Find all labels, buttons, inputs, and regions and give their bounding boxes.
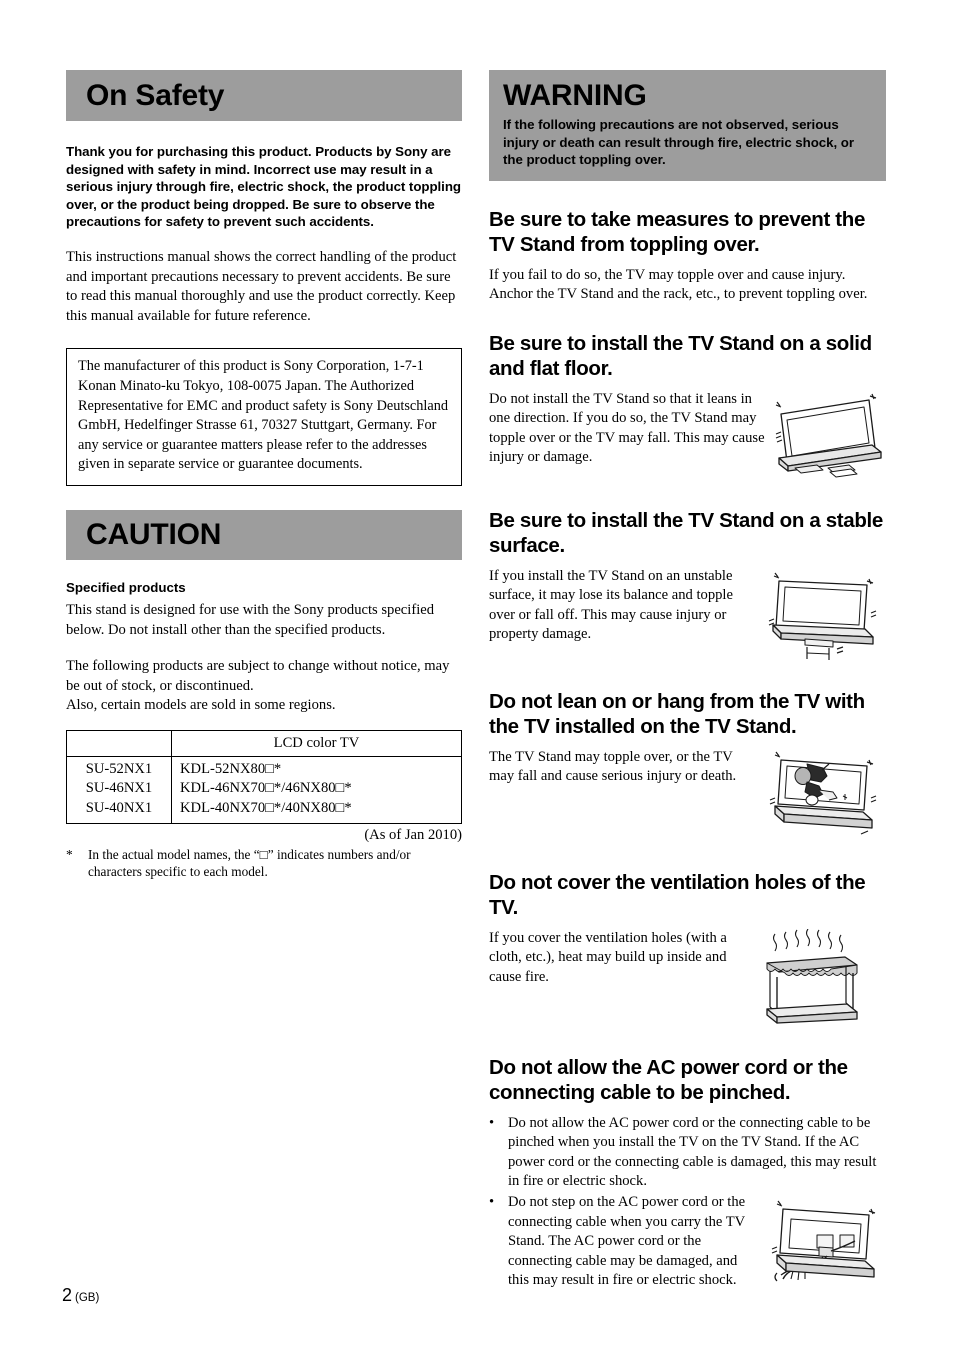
list-item: • Do not allow the AC power cord or the …	[489, 1114, 886, 1192]
caution-banner: CAUTION	[66, 509, 462, 560]
specified-products-heading: Specified products	[66, 579, 186, 595]
manufacturer-info-box: The manufacturer of this product is Sony…	[66, 348, 462, 486]
section-body: Do not install the TV Stand so that it l…	[489, 390, 765, 466]
section-body: If you fail to do so, the TV may topple …	[489, 266, 868, 303]
page-number: 2	[62, 1285, 73, 1305]
on-safety-banner: On Safety	[66, 70, 462, 121]
list-item: • Do not step on the AC power cord or th…	[489, 1193, 761, 1291]
document-page: On Safety Thank you for purchasing this …	[0, 0, 954, 1351]
warning-banner-subtitle: If the following precautions are not obs…	[503, 117, 854, 167]
page-region-code: (GB)	[75, 1292, 100, 1304]
stand-model: SU-40NX1	[85, 800, 153, 817]
section-heading: Be sure to install the TV Stand on a sol…	[489, 331, 872, 380]
tv-on-unstable-stool-illustration	[767, 567, 879, 663]
warning-section-ventilation: Do not cover the ventilation holes of th…	[489, 870, 886, 1029]
warning-section-do-not-lean: Do not lean on or hang from the TV with …	[489, 689, 886, 844]
stand-model-cell: SU-52NX1 SU-46NX1 SU-40NX1	[66, 755, 172, 824]
section-heading: Be sure to take measures to prevent the …	[489, 207, 865, 256]
footnote-marker: *	[66, 846, 73, 862]
right-column: WARNING If the following precautions are…	[489, 70, 886, 1297]
table-as-of-date: (As of Jan 2010)	[364, 826, 462, 843]
left-column: On Safety Thank you for purchasing this …	[66, 70, 462, 881]
warning-banner-title: WARNING	[503, 79, 647, 112]
section-heading: Do not allow the AC power cord or the co…	[489, 1055, 848, 1104]
table-header-blank	[66, 729, 172, 757]
table-header-row: LCD color TV	[66, 729, 462, 757]
page-footer: 2 (GB)	[62, 1285, 99, 1306]
warning-section-solid-floor: Be sure to install the TV Stand on a sol…	[489, 331, 886, 482]
power-cord-bullet-list: • Do not allow the AC power cord or the …	[489, 1114, 886, 1192]
bullet-text: Do not allow the AC power cord or the co…	[508, 1114, 877, 1190]
power-cord-bullet-list-2: • Do not step on the AC power cord or th…	[489, 1193, 761, 1291]
person-hanging-from-tv-illustration	[767, 748, 879, 844]
tv-model-cell: KDL-52NX80□* KDL-46NX70□*/46NX80□* KDL-4…	[171, 755, 462, 824]
on-safety-intro-body: This instructions manual shows the corre…	[66, 248, 457, 324]
stand-model: SU-52NX1	[85, 760, 153, 777]
tv-rear-with-cables-illustration	[767, 1193, 879, 1297]
section-heading: Be sure to install the TV Stand on a sta…	[489, 508, 883, 557]
section-heading: Do not lean on or hang from the TV with …	[489, 689, 865, 738]
section-body: If you install the TV Stand on an unstab…	[489, 567, 733, 643]
warning-banner: WARNING If the following precautions are…	[489, 70, 886, 181]
bullet-marker: •	[489, 1114, 495, 1131]
specified-products-paragraph-1: This stand is designed for use with the …	[66, 601, 435, 638]
table-header-lcd-color-tv: LCD color TV	[171, 729, 462, 757]
specified-products-table: LCD color TV SU-52NX1 SU-46NX1 SU-40NX1 …	[66, 729, 462, 824]
stand-model: SU-46NX1	[85, 780, 153, 797]
tv-covered-with-cloth-heat-illustration	[753, 928, 865, 1029]
tv-tilted-on-stand-illustration	[773, 390, 883, 482]
section-body: The TV Stand may topple over, or the TV …	[489, 748, 737, 785]
section-heading: Do not cover the ventilation holes of th…	[489, 870, 866, 919]
table-row: SU-52NX1 SU-46NX1 SU-40NX1 KDL-52NX80□* …	[66, 755, 462, 824]
section-body: If you cover the ventilation holes (with…	[489, 929, 727, 985]
specified-products-paragraph-2: The following products are subject to ch…	[66, 658, 450, 714]
footnote-text: In the actual model names, the “□” indic…	[88, 846, 411, 880]
table-footnote: * In the actual model names, the “□” ind…	[66, 846, 462, 881]
warning-section-power-cord: Do not allow the AC power cord or the co…	[489, 1055, 886, 1297]
tv-model: KDL-52NX80□*	[180, 760, 282, 777]
bullet-marker: •	[489, 1194, 495, 1211]
bullet-text: Do not step on the AC power cord or the …	[508, 1194, 746, 1289]
warning-section-stable-surface: Be sure to install the TV Stand on a sta…	[489, 508, 886, 663]
tv-model: KDL-46NX70□*/46NX80□*	[180, 780, 352, 797]
warning-section-toppling: Be sure to take measures to prevent the …	[489, 207, 886, 305]
tv-model: KDL-40NX70□*/40NX80□*	[180, 800, 352, 817]
on-safety-intro-bold: Thank you for purchasing this product. P…	[66, 144, 461, 230]
